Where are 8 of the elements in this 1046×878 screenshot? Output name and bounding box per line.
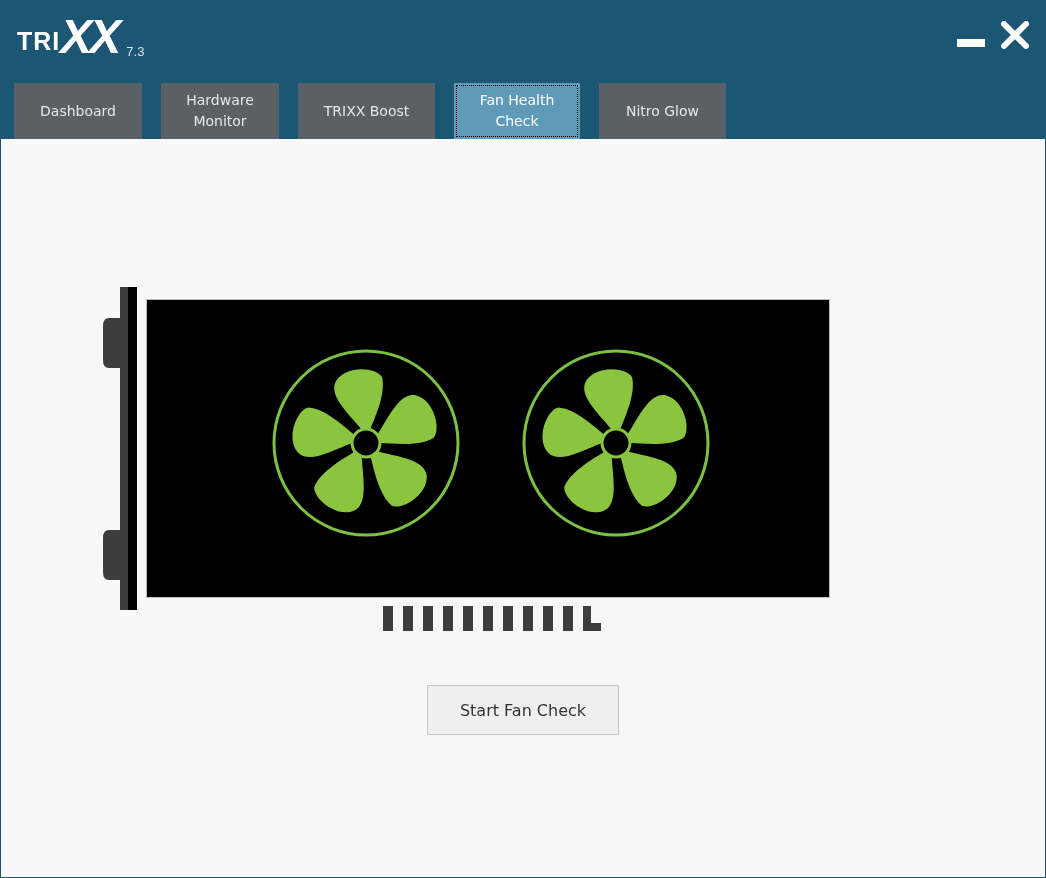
tab[interactable]: Fan Health Check xyxy=(454,83,580,139)
tab[interactable]: Hardware Monitor xyxy=(161,83,279,139)
version-label: 7.3 xyxy=(126,44,145,59)
tab[interactable]: TRIXX Boost xyxy=(298,83,435,139)
start-fan-check-button[interactable]: Start Fan Check xyxy=(427,685,619,735)
tab[interactable]: Nitro Glow xyxy=(599,83,726,139)
tab[interactable]: Dashboard xyxy=(14,83,142,139)
close-icon[interactable] xyxy=(1001,21,1029,49)
